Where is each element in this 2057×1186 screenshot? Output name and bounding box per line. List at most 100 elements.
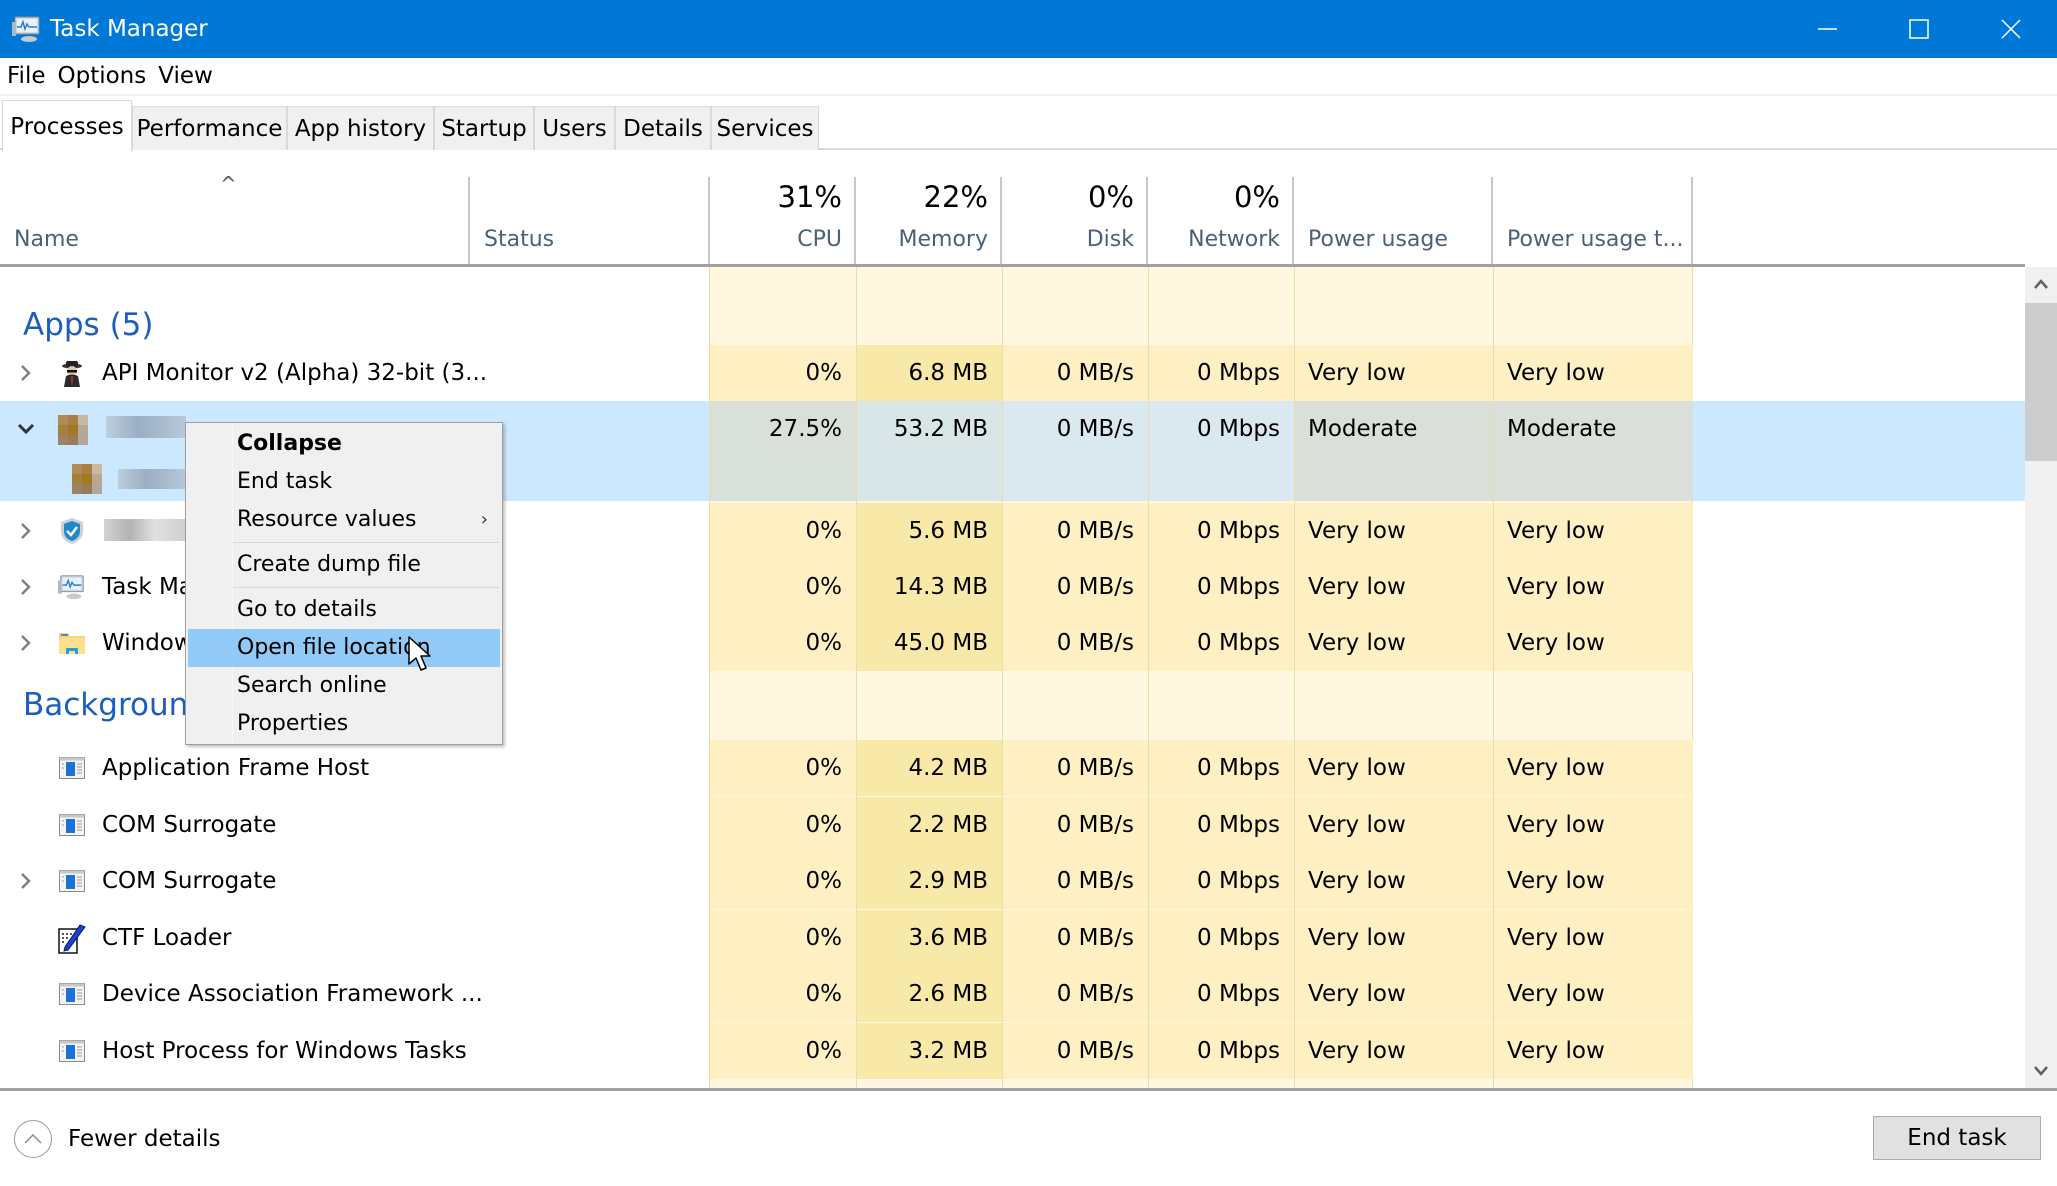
column-label: Name: [14, 227, 79, 252]
menu-item-properties[interactable]: Properties: [188, 705, 500, 743]
cell-network: 0 Mbps: [1197, 574, 1280, 600]
menu-item-search-online[interactable]: Search online: [188, 667, 500, 705]
cell-disk: 0 MB/s: [1056, 811, 1134, 838]
minimize-button[interactable]: [1781, 0, 1873, 58]
expand-toggle[interactable]: [16, 559, 36, 615]
end-task-button[interactable]: End task: [1873, 1116, 2041, 1160]
cell-power: Very low: [1308, 755, 1406, 781]
menu-file[interactable]: File: [7, 61, 46, 91]
tab-users[interactable]: Users: [534, 106, 615, 150]
collapse-toggle[interactable]: [16, 401, 36, 457]
cell-disk: 0 MB/s: [1056, 518, 1134, 544]
column-label: Status: [484, 227, 555, 252]
fewer-details-button[interactable]: Fewer details: [14, 1120, 220, 1158]
chevron-right-icon: [21, 579, 31, 595]
process-row[interactable]: Application Frame Host 0% 4.2 MB 0 MB/s 0 Mb…: [0, 740, 2025, 796]
process-row[interactable]: CTF Loader 0% 3.6 MB 0 MB/s 0 Mbps Very low Ve…: [0, 909, 2025, 966]
column-header-memory[interactable]: 22% Memory: [856, 177, 1002, 265]
column-label: Disk: [1086, 227, 1134, 252]
submenu-arrow-icon: ›: [480, 509, 488, 530]
process-row[interactable]: COM Surrogate 0% 2.2 MB 0 MB/s 0 Mbps Very lo…: [0, 796, 2025, 853]
cell-power: Very low: [1308, 811, 1406, 838]
menu-item-label: Collapse: [237, 431, 342, 456]
column-header-network[interactable]: 0% Network: [1148, 177, 1294, 265]
menu-item-go-to-details[interactable]: Go to details: [188, 591, 500, 629]
menu-item-label: Go to details: [237, 597, 377, 622]
notepad-pen-icon: [58, 923, 86, 954]
maximize-button[interactable]: [1873, 0, 1965, 58]
tab-performance[interactable]: Performance: [132, 106, 287, 150]
menu-item-label: End task: [237, 469, 333, 494]
column-header-power-usage-trend[interactable]: Power usage t...: [1493, 177, 1693, 265]
mouse-cursor-icon: [408, 636, 431, 671]
expand-toggle[interactable]: [16, 615, 36, 671]
expand-toggle[interactable]: [16, 853, 36, 909]
process-row[interactable]: COM Surrogate 0% 2.9 MB 0 MB/s 0 Mbps Very lo…: [0, 853, 2025, 909]
cell-cpu: 0%: [805, 811, 843, 838]
column-total: 0%: [1233, 180, 1280, 214]
fewer-details-label: Fewer details: [68, 1126, 221, 1152]
cell-cpu: 27.5%: [768, 416, 842, 442]
column-header-disk[interactable]: 0% Disk: [1002, 177, 1148, 265]
menu-item-label: Open file location: [237, 635, 431, 660]
chevron-right-icon: [21, 635, 31, 651]
expand-toggle[interactable]: [16, 345, 36, 401]
cell-memory: 53.2 MB: [893, 416, 988, 442]
chevron-down-icon: [17, 423, 35, 435]
cell-power-trend: Very low: [1507, 630, 1605, 656]
cell-disk: 0 MB/s: [1056, 981, 1134, 1007]
tab-app-history[interactable]: App history: [287, 106, 434, 150]
window-app-icon: [58, 1037, 86, 1065]
column-header-status[interactable]: Status: [470, 177, 710, 265]
cell-power-trend: Very low: [1507, 360, 1605, 386]
tab-startup[interactable]: Startup: [434, 106, 534, 150]
process-name: COM Surrogate: [102, 811, 277, 838]
menu-item-label: Create dump file: [237, 552, 421, 577]
menu-item-resource-values[interactable]: Resource values ›: [188, 501, 500, 539]
column-label: Network: [1188, 227, 1280, 252]
scroll-down-button[interactable]: [2025, 1054, 2057, 1088]
column-separator[interactable]: [1691, 177, 1693, 265]
menu-item-collapse[interactable]: Collapse: [188, 425, 500, 463]
menu-options[interactable]: Options: [58, 61, 147, 91]
tab-processes[interactable]: Processes: [2, 100, 132, 152]
scroll-up-button[interactable]: [2025, 267, 2057, 301]
cell-cpu: 0%: [805, 755, 843, 781]
expand-toggle[interactable]: [16, 503, 36, 559]
column-header-power-usage[interactable]: Power usage: [1294, 177, 1493, 265]
cell-memory: 45.0 MB: [893, 630, 988, 656]
folder-icon: [58, 629, 86, 657]
redacted-name: [104, 519, 189, 541]
column-header-name[interactable]: Name: [0, 177, 470, 265]
cell-cpu: 0%: [805, 868, 843, 894]
tab-services[interactable]: Services: [711, 106, 819, 150]
cell-cpu: 0%: [805, 1037, 843, 1064]
process-row[interactable]: API Monitor v2 (Alpha) 32-bit (3... 0% 6.8…: [0, 345, 2025, 401]
cell-network: 0 Mbps: [1197, 981, 1280, 1007]
tab-details[interactable]: Details: [615, 106, 711, 150]
cell-disk: 0 MB/s: [1056, 574, 1134, 600]
window-title: Task Manager: [50, 16, 208, 42]
cell-memory: 6.8 MB: [908, 360, 988, 386]
process-row[interactable]: Device Association Framework ... 0% 2.6 MB…: [0, 966, 2025, 1022]
menu-item-label: Search online: [237, 673, 387, 698]
cell-memory: 14.3 MB: [893, 574, 988, 600]
menu-view[interactable]: View: [158, 61, 213, 91]
menu-item-end-task[interactable]: End task: [188, 463, 500, 501]
cell-network: 0 Mbps: [1197, 360, 1280, 386]
cell-power-trend: Very low: [1507, 518, 1605, 544]
cell-cpu: 0%: [805, 630, 843, 656]
maximize-icon: [1909, 19, 1929, 39]
cell-memory: 4.2 MB: [908, 755, 988, 781]
minimize-icon: [1818, 28, 1837, 30]
cell-power-trend: Very low: [1507, 1037, 1605, 1064]
menu-item-create-dump-file[interactable]: Create dump file: [188, 546, 500, 584]
menu-separator: [233, 587, 499, 588]
vertical-scrollbar[interactable]: [2025, 267, 2057, 1088]
column-header-cpu[interactable]: 31% CPU: [710, 177, 856, 265]
menu-item-open-file-location[interactable]: Open file location: [188, 629, 500, 667]
close-button[interactable]: [1965, 0, 2057, 58]
scroll-thumb[interactable]: [2025, 303, 2057, 461]
process-row[interactable]: Host Process for Windows Tasks 0% 3.2 MB 0 …: [0, 1022, 2025, 1079]
cell-disk: 0 MB/s: [1056, 755, 1134, 781]
